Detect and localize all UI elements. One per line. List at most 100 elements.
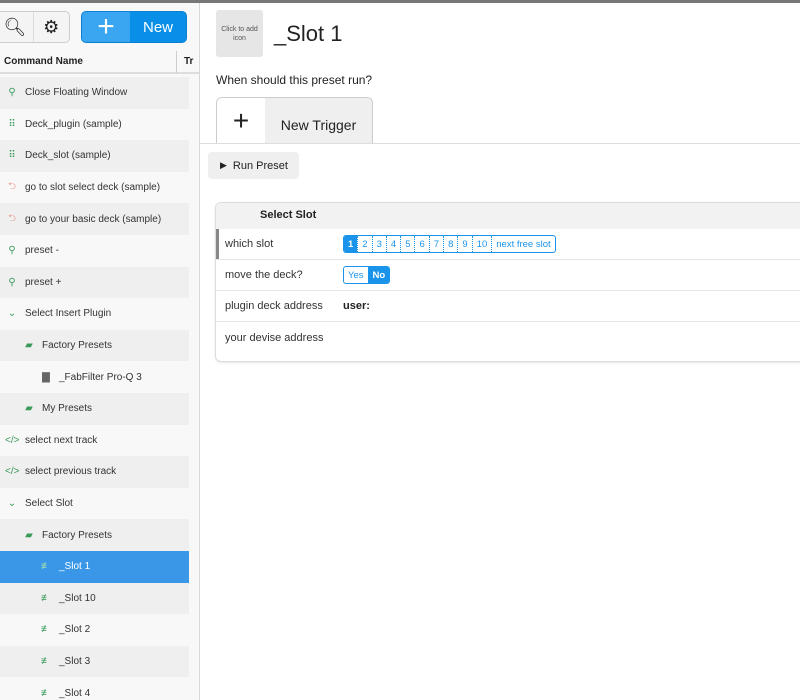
list-item-label: go to slot select deck (sample) <box>25 182 161 194</box>
plugin-address-label: plugin deck address <box>225 300 323 312</box>
list-item[interactable]: ⌄ Select Insert Plugin <box>0 298 189 330</box>
plus-icon: + <box>82 12 130 42</box>
add-icon-button[interactable]: Click to add icon <box>216 10 263 57</box>
branch-icon: ⚲ <box>8 87 16 99</box>
select-slot-panel: Select Slot which slot 1 2 3 4 5 6 7 8 9 10 next f… <box>215 202 800 362</box>
slot-option[interactable]: 6 <box>414 236 428 252</box>
new-button[interactable]: + New <box>81 11 187 43</box>
folder-icon: ▰ <box>25 340 33 352</box>
plus-icon: + <box>217 98 265 143</box>
list-item-label: _Slot 4 <box>59 687 91 699</box>
list-item[interactable]: ≢ _Slot 10 <box>0 582 189 615</box>
list-item-label: Close Floating Window <box>25 87 128 99</box>
plugin-address-value[interactable]: user: <box>343 300 370 312</box>
grid-icon: ⠿ <box>8 118 16 130</box>
list-item[interactable]: ⮌ go to slot select deck (sample) <box>0 172 189 204</box>
search-icon: 🔍︎ <box>3 16 27 37</box>
sidebar-toolbar: 🔍︎ ⚙ <box>0 11 70 43</box>
column-command-name[interactable]: Command Name <box>4 56 83 67</box>
list-item-label: select previous track <box>25 466 117 478</box>
move-deck-toggle: Yes No <box>343 266 391 284</box>
code-icon: </> <box>5 466 20 478</box>
list-item[interactable]: ⠿ Deck_plugin (sample) <box>0 109 189 141</box>
list-item[interactable]: ▰ Factory Presets <box>0 329 189 362</box>
sliders-icon: ≢ <box>41 687 51 699</box>
slot-option[interactable]: 9 <box>457 236 471 252</box>
sliders-icon: ≢ <box>41 561 51 573</box>
play-icon: ▶ <box>220 160 227 170</box>
slot-option[interactable]: 4 <box>385 236 400 252</box>
list-item-label: preset + <box>25 276 62 288</box>
sliders-icon: ≢ <box>41 592 51 604</box>
new-trigger-label: New Trigger <box>265 98 372 143</box>
gear-icon: ⚙ <box>43 16 60 37</box>
move-deck-label: move the deck? <box>225 269 303 281</box>
list-item-label: _FabFilter Pro-Q 3 <box>59 371 142 383</box>
column-resizer[interactable] <box>176 51 177 73</box>
list-item-label: select next track <box>25 434 98 446</box>
which-slot-label: which slot <box>225 238 274 250</box>
list-item[interactable]: ▇ _FabFilter Pro-Q 3 <box>0 361 189 393</box>
list-item-label: go to your basic deck (sample) <box>25 213 162 225</box>
list-item-label: _Slot 10 <box>59 592 96 604</box>
move-deck-row: move the deck? Yes No <box>216 260 800 291</box>
list-item-label: Select Insert Plugin <box>25 308 112 320</box>
list-item[interactable]: ▰ My Presets <box>0 392 189 425</box>
list-item[interactable]: ⠿ Deck_slot (sample) <box>0 140 189 172</box>
list-item[interactable]: ≢ _Slot 2 <box>0 614 189 646</box>
new-button-label: New <box>142 18 173 36</box>
slot-option[interactable]: 3 <box>371 236 386 252</box>
panel-title: Select Slot <box>216 203 800 229</box>
main-panel: Click to add icon _Slot 1 When should th… <box>200 3 800 700</box>
preset-title[interactable]: _Slot 1 <box>274 21 343 47</box>
slot-option[interactable]: 1 <box>344 236 358 252</box>
list-item-label: Select Slot <box>25 498 73 510</box>
list-item[interactable]: ⌄ Select Slot <box>0 488 189 520</box>
settings-button[interactable]: ⚙ <box>32 12 70 42</box>
return-icon: ⮌ <box>7 212 16 224</box>
list-item-label: Deck_plugin (sample) <box>25 118 122 130</box>
sidebar: 🔍︎ ⚙ + New Command Name Tr ⚲ Close Floati… <box>0 3 200 700</box>
list-item[interactable]: ⚲ Close Floating Window <box>0 77 189 109</box>
run-preset-label: Run Preset <box>232 159 288 172</box>
list-item[interactable]: ≢ _Slot 1 <box>0 550 189 583</box>
list-item-label: _Slot 2 <box>59 624 91 636</box>
list-item[interactable]: ⮌ go to your basic deck (sample) <box>0 203 189 235</box>
which-slot-row: which slot 1 2 3 4 5 6 7 8 9 10 next free slot <box>216 229 800 260</box>
list-item-label: _Slot 3 <box>59 655 91 667</box>
list-item-label: Factory Presets <box>42 529 113 541</box>
move-option[interactable]: Yes <box>344 267 367 283</box>
list-item[interactable]: ▰ Factory Presets <box>0 519 189 551</box>
list-item[interactable]: ⚲ preset - <box>0 235 189 267</box>
plugin-thumbnail-icon: ▇ <box>42 371 50 383</box>
list-item[interactable]: ⚲ preset + <box>0 266 189 299</box>
move-option[interactable]: No <box>367 267 390 283</box>
divider <box>200 143 800 144</box>
slot-option[interactable]: 8 <box>443 236 457 252</box>
column-trigger[interactable]: Tr <box>184 56 193 67</box>
slot-option[interactable]: 10 <box>471 236 492 252</box>
slot-option[interactable]: next free slot <box>491 236 554 252</box>
search-button[interactable]: 🔍︎ <box>0 12 33 42</box>
new-trigger-button[interactable]: + New Trigger <box>216 97 373 143</box>
run-preset-button[interactable]: ▶ Run Preset <box>208 152 299 179</box>
chevron-down-icon: ⌄ <box>7 498 17 510</box>
list-item[interactable]: </> select previous track <box>0 456 189 488</box>
sliders-icon: ≢ <box>41 624 51 636</box>
folder-icon: ▰ <box>25 529 33 541</box>
list-item-label: preset - <box>25 245 59 257</box>
folder-icon: ▰ <box>25 403 33 415</box>
plugin-address-row: plugin deck address user: <box>216 291 800 322</box>
slot-option[interactable]: 5 <box>400 236 414 252</box>
code-icon: </> <box>5 434 20 446</box>
slot-option[interactable]: 7 <box>428 236 443 252</box>
list-item-label: Deck_slot (sample) <box>25 150 111 162</box>
list-item[interactable]: </> select next track <box>0 425 189 457</box>
list-item-label: Factory Presets <box>42 340 113 352</box>
branch-icon: ⚲ <box>8 245 16 257</box>
trigger-question: When should this preset run? <box>216 73 373 87</box>
list-item[interactable]: ≢ _Slot 4 <box>0 677 189 700</box>
return-icon: ⮌ <box>7 181 16 193</box>
list-item[interactable]: ≢ _Slot 3 <box>0 645 189 678</box>
slot-option[interactable]: 2 <box>357 236 371 252</box>
